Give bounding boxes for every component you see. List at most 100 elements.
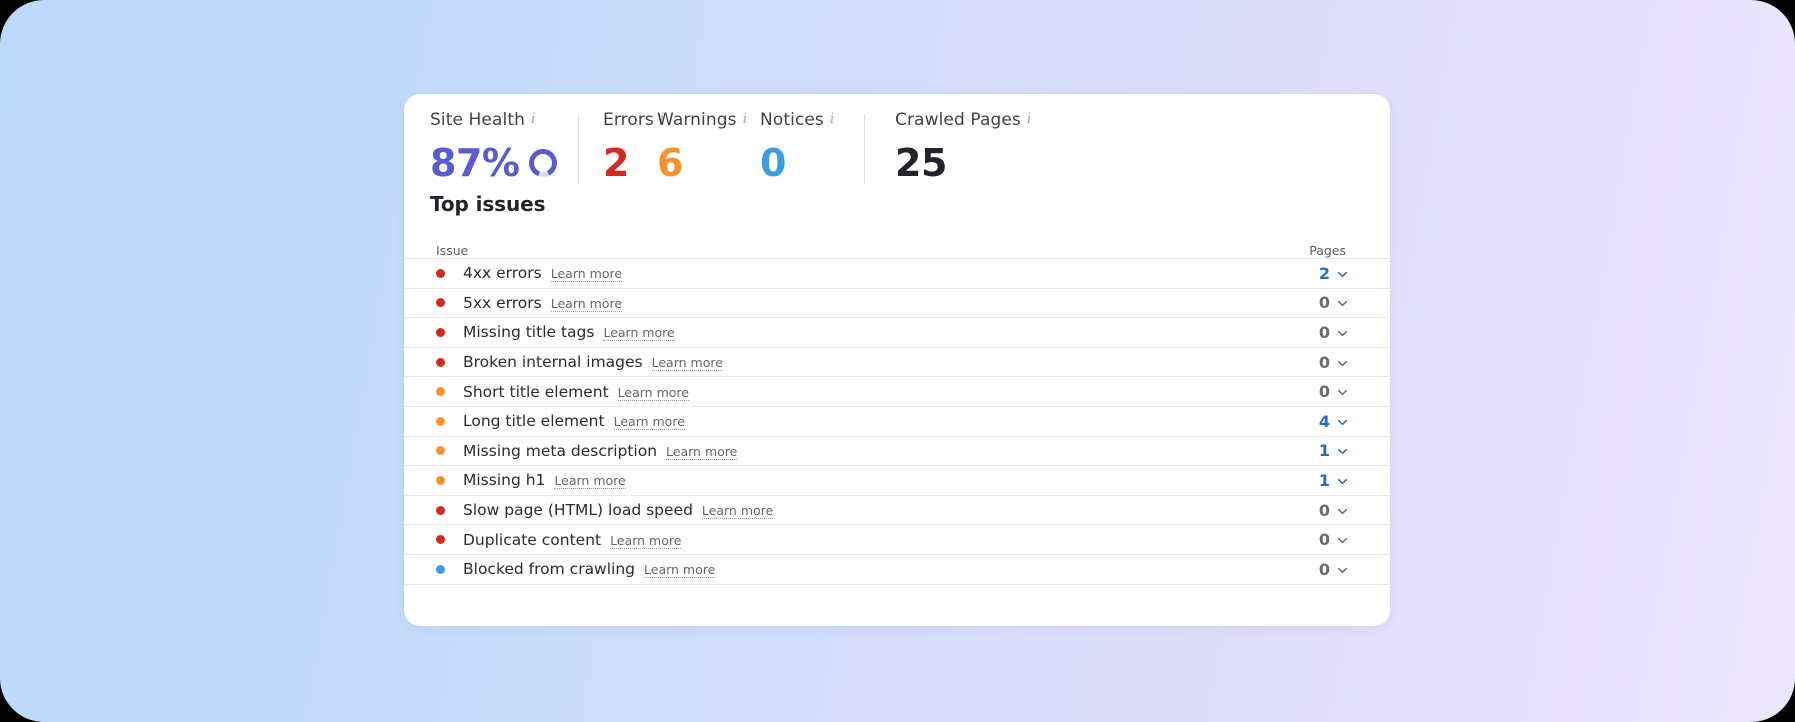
severity-error-icon xyxy=(436,298,445,308)
pages-cell[interactable]: 0 xyxy=(1272,530,1348,549)
stat-crawled-pages-label-text: Crawled Pages xyxy=(895,110,1021,130)
column-header-issue: Issue xyxy=(436,243,469,258)
stat-errors-label: Errors i xyxy=(603,110,664,130)
stat-crawled-pages-value-wrap: 25 xyxy=(895,140,1031,186)
learn-more-link[interactable]: Learn more xyxy=(666,444,738,460)
learn-more-link[interactable]: Learn more xyxy=(613,415,685,431)
pages-cell[interactable]: 2 xyxy=(1272,264,1348,283)
chevron-down-icon[interactable] xyxy=(1337,269,1348,280)
table-row[interactable]: Slow page (HTML) load speed Learn more 0 xyxy=(404,496,1390,526)
issue-cell: Missing h1 Learn more xyxy=(463,471,1272,490)
stat-warnings[interactable]: Warnings i 6 xyxy=(657,110,760,186)
table-row[interactable]: Broken internal images Learn more 0 xyxy=(404,348,1390,378)
issue-name: Short title element xyxy=(463,382,609,401)
learn-more-link[interactable]: Learn more xyxy=(550,296,623,312)
summary-stats-bar: Site Health i 87% Errors i 2 Warnings i … xyxy=(404,94,1390,190)
pages-cell[interactable]: 0 xyxy=(1272,382,1348,401)
pages-cell[interactable]: 0 xyxy=(1272,560,1348,579)
learn-more-link[interactable]: Learn more xyxy=(651,356,723,372)
pages-count: 2 xyxy=(1318,263,1330,283)
severity-warning-icon xyxy=(436,446,445,456)
issue-cell: Blocked from crawling Learn more xyxy=(463,560,1272,579)
severity-warning-icon xyxy=(436,416,445,426)
health-donut-icon xyxy=(529,149,558,177)
chevron-down-icon[interactable] xyxy=(1337,417,1348,428)
pages-count: 0 xyxy=(1318,322,1330,342)
site-audit-overview-card: Site Health i 87% Errors i 2 Warnings i … xyxy=(404,94,1390,626)
table-row[interactable]: Duplicate content Learn more 0 xyxy=(404,525,1390,555)
column-header-pages: Pages xyxy=(1309,243,1346,258)
top-issues-title: Top issues xyxy=(430,192,546,216)
issue-name: Missing meta description xyxy=(463,441,658,460)
issue-name: Blocked from crawling xyxy=(463,560,636,579)
info-icon[interactable]: i xyxy=(830,112,835,126)
severity-error-icon xyxy=(436,357,445,367)
stat-warnings-label: Warnings i xyxy=(657,110,760,130)
pages-cell[interactable]: 0 xyxy=(1272,501,1348,520)
stat-notices-label: Notices i xyxy=(760,110,860,130)
info-icon[interactable]: i xyxy=(531,112,536,126)
pages-count: 0 xyxy=(1318,559,1330,579)
pages-cell[interactable]: 0 xyxy=(1272,353,1348,372)
issue-name: Broken internal images xyxy=(463,353,643,372)
severity-error-icon xyxy=(436,268,445,278)
learn-more-link[interactable]: Learn more xyxy=(644,563,716,579)
pages-cell[interactable]: 1 xyxy=(1272,471,1348,490)
stat-crawled-pages[interactable]: Crawled Pages i 25 xyxy=(865,110,1031,186)
stat-crawled-pages-value: 25 xyxy=(895,141,947,185)
table-row[interactable]: 4xx errors Learn more 2 xyxy=(404,259,1390,289)
info-icon[interactable]: i xyxy=(1027,112,1032,126)
pages-cell[interactable]: 4 xyxy=(1272,412,1348,431)
table-row[interactable]: Short title element Learn more 0 xyxy=(404,377,1390,407)
chevron-down-icon[interactable] xyxy=(1337,535,1348,546)
table-row[interactable]: Missing meta description Learn more 1 xyxy=(404,437,1390,467)
learn-more-link[interactable]: Learn more xyxy=(701,504,774,520)
learn-more-link[interactable]: Learn more xyxy=(550,267,623,283)
severity-notice-icon xyxy=(436,564,445,574)
issue-cell: Broken internal images Learn more xyxy=(463,353,1272,372)
table-row[interactable]: 5xx errors Learn more 0 xyxy=(404,289,1390,319)
table-row[interactable]: Missing h1 Learn more 1 xyxy=(404,466,1390,496)
chevron-down-icon[interactable] xyxy=(1337,328,1348,339)
issue-name: Missing h1 xyxy=(463,471,546,490)
stat-site-health-value: 87% xyxy=(430,141,520,185)
chevron-down-icon[interactable] xyxy=(1337,387,1348,398)
issue-name: Missing title tags xyxy=(463,323,595,342)
learn-more-link[interactable]: Learn more xyxy=(603,326,675,342)
info-icon[interactable]: i xyxy=(743,112,748,126)
learn-more-link[interactable]: Learn more xyxy=(554,474,626,490)
issue-name: Duplicate content xyxy=(463,530,602,549)
issues-table-body: 4xx errors Learn more 2 5xx errors Learn mor… xyxy=(404,258,1390,585)
pages-count: 4 xyxy=(1318,411,1330,431)
stat-notices[interactable]: Notices i 0 xyxy=(760,110,860,186)
pages-cell[interactable]: 1 xyxy=(1272,441,1348,460)
severity-error-icon xyxy=(436,327,445,337)
issues-table-header: Issue Pages xyxy=(404,226,1390,258)
table-row[interactable]: Missing title tags Learn more 0 xyxy=(404,318,1390,348)
pages-count: 0 xyxy=(1318,382,1330,402)
issue-cell: Missing meta description Learn more xyxy=(463,442,1272,460)
table-row[interactable]: Blocked from crawling Learn more 0 xyxy=(404,555,1390,585)
pages-cell[interactable]: 0 xyxy=(1272,293,1348,312)
chevron-down-icon[interactable] xyxy=(1337,358,1348,369)
chevron-down-icon[interactable] xyxy=(1337,506,1348,517)
stat-errors[interactable]: Errors i 2 xyxy=(579,110,664,186)
learn-more-link[interactable]: Learn more xyxy=(610,533,682,549)
chevron-down-icon[interactable] xyxy=(1337,298,1348,309)
stat-site-health-label-text: Site Health xyxy=(430,110,525,130)
pages-count: 0 xyxy=(1318,500,1330,520)
stat-site-health[interactable]: Site Health i 87% xyxy=(430,110,578,186)
stat-notices-value: 0 xyxy=(760,141,786,185)
stat-warnings-label-text: Warnings xyxy=(657,110,737,130)
chevron-down-icon[interactable] xyxy=(1337,446,1348,457)
learn-more-link[interactable]: Learn more xyxy=(617,385,689,401)
issue-name: 4xx errors xyxy=(463,264,542,283)
table-row[interactable]: Long title element Learn more 4 xyxy=(404,407,1390,437)
issue-name: 5xx errors xyxy=(463,293,542,312)
issue-name: Long title element xyxy=(463,412,605,431)
stat-errors-label-text: Errors xyxy=(603,110,654,130)
chevron-down-icon[interactable] xyxy=(1337,565,1348,576)
severity-warning-icon xyxy=(436,475,445,485)
chevron-down-icon[interactable] xyxy=(1337,476,1348,487)
pages-cell[interactable]: 0 xyxy=(1272,323,1348,342)
